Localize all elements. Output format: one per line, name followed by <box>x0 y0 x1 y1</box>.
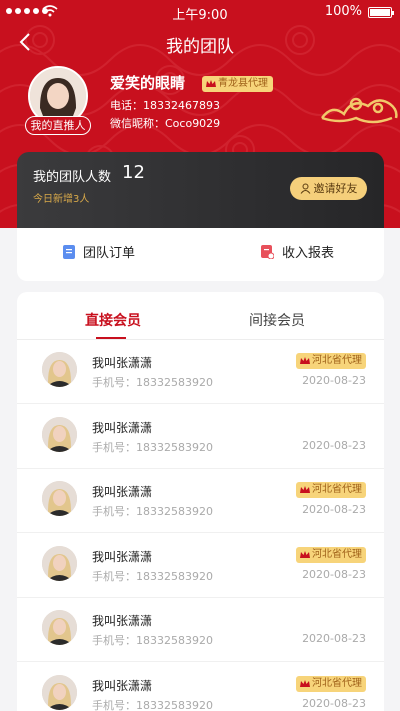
member-phone: 手机号：18332583920 <box>92 634 213 647</box>
member-name: 我叫张潇潇 <box>92 485 153 499</box>
member-phone: 手机号：18332583920 <box>92 440 213 454</box>
member-avatar <box>42 545 77 581</box>
crown-icon <box>300 486 310 493</box>
tab-direct-members[interactable]: 直接会员 <box>85 310 141 330</box>
member-name: 我叫张潇潇 <box>92 356 153 370</box>
direct-referrer-tag[interactable]: 我的直推人 <box>25 116 91 135</box>
crown-icon <box>300 357 310 364</box>
member-join-date: 2020-08-23 <box>302 438 366 452</box>
income-report-label: 收入报表 <box>282 246 335 261</box>
status-bar: 上午9:00 100% <box>0 0 400 24</box>
member-level-badge: 河北省代理 <box>296 482 366 498</box>
tab-indirect-members[interactable]: 间接会员 <box>249 310 305 330</box>
battery-percent: 100% <box>324 4 362 19</box>
user-name: 爱笑的眼睛 <box>110 74 186 92</box>
team-orders-label: 团队订单 <box>83 246 136 261</box>
list-item[interactable]: 我叫张潇潇手机号：18332583920 2020-08-23 <box>17 405 384 469</box>
member-join-date: 2020-08-23 <box>302 567 366 581</box>
member-avatar <box>42 416 77 452</box>
member-name: 我叫张潇潇 <box>92 678 153 693</box>
member-level-label: 河北省代理 <box>312 355 362 366</box>
crown-icon <box>300 550 310 558</box>
member-name: 我叫张潇潇 <box>92 420 153 435</box>
list-item[interactable]: 我叫张潇潇手机号：18332583920 河北省代理 2020-08-23 <box>17 469 384 533</box>
invite-friends-label: 邀请好友 <box>313 182 358 195</box>
member-join-date: 2020-08-23 <box>302 503 366 516</box>
member-phone: 手机号：18332583920 <box>92 698 213 711</box>
shortcut-bar: 团队订单 收入报表 <box>17 228 384 281</box>
member-avatar <box>42 481 77 516</box>
member-avatar <box>42 674 77 710</box>
member-join-date: 2020-08-23 <box>302 374 366 387</box>
member-phone: 手机号：18332583920 <box>92 505 213 518</box>
list-item[interactable]: 我叫张潇潇手机号：18332583920 河北省代理 2020-08-23 <box>17 663 384 711</box>
team-orders-link[interactable]: 团队订单 <box>63 242 135 261</box>
team-count-value: 12 <box>122 162 145 183</box>
member-join-date: 2020-08-23 <box>302 696 366 710</box>
member-level-label: 河北省代理 <box>312 548 362 560</box>
crown-icon <box>206 80 216 87</box>
income-report-link[interactable]: 收入报表 <box>261 242 334 261</box>
member-avatar <box>42 352 77 387</box>
member-level-label: 河北省代理 <box>312 484 362 495</box>
member-join-date: 2020-08-23 <box>302 632 366 645</box>
member-avatar <box>42 610 77 645</box>
battery-icon <box>368 7 394 18</box>
invite-friends-button[interactable]: 邀请好友 <box>290 177 367 200</box>
member-name: 我叫张潇潇 <box>92 614 153 628</box>
member-list-card: 直接会员 间接会员 我叫张潇潇 手机号：18332583920 河北省代理 2020-… <box>17 292 384 711</box>
member-level-badge: 河北省代理 <box>296 353 366 369</box>
team-summary-card: 我的团队人数 12 今日新增3人 邀请好友 <box>17 152 384 228</box>
new-today-text: 今日新增3人 <box>33 194 90 205</box>
agent-level-label: 青龙县代理 <box>218 78 268 89</box>
crown-icon <box>300 679 310 687</box>
list-item[interactable]: 我叫张潇潇手机号：18332583920 河北省代理 2020-08-23 <box>17 340 384 404</box>
list-item[interactable]: 我叫张潇潇手机号：18332583920 河北省代理 2020-08-23 <box>17 534 384 598</box>
member-level-label: 河北省代理 <box>312 677 362 689</box>
document-icon <box>63 244 75 259</box>
page-title: 我的团队 <box>166 37 234 57</box>
team-count-label: 我的团队人数 <box>33 170 112 185</box>
member-name: 我叫张潇潇 <box>92 549 153 564</box>
member-level-badge: 河北省代理 <box>296 675 366 692</box>
agent-level-badge: 青龙县代理 <box>202 76 273 92</box>
report-icon <box>261 244 274 259</box>
member-level-badge: 河北省代理 <box>296 546 366 563</box>
user-phone: 电话：18332467893 <box>110 99 220 112</box>
member-phone: 手机号：18332583920 <box>92 569 213 583</box>
user-icon <box>300 183 310 194</box>
member-phone: 手机号：18332583920 <box>92 376 213 389</box>
user-nickname: 微信昵称：Coco9029 <box>110 117 221 130</box>
list-item[interactable]: 我叫张潇潇手机号：18332583920 2020-08-23 <box>17 598 384 662</box>
auspicious-cloud-ornament <box>320 97 398 124</box>
